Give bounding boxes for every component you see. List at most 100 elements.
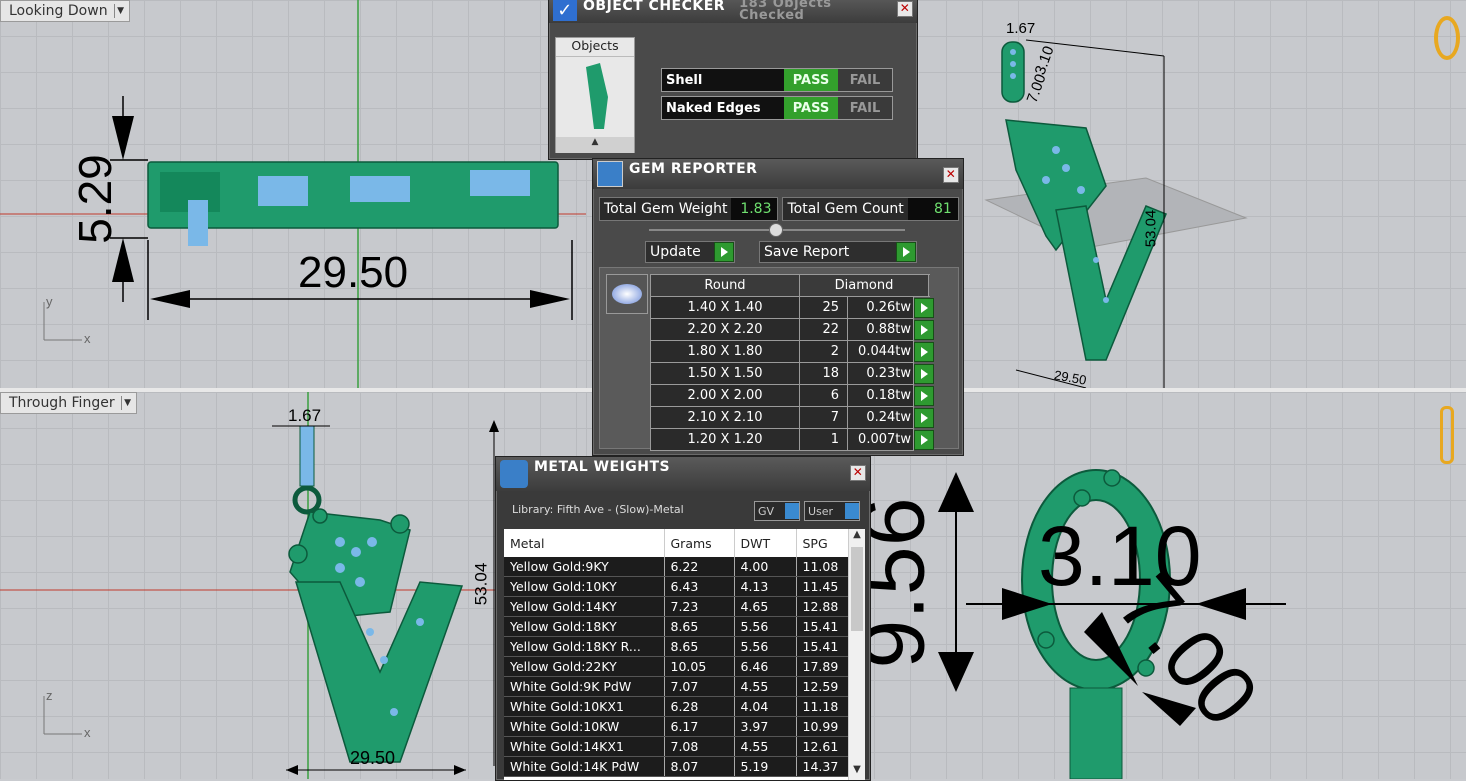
gem-row[interactable]: 1.50 X 1.50 18 0.23tw — [650, 362, 935, 385]
gem-row-action[interactable] — [914, 363, 935, 385]
metal-name: White Gold:10KX1 — [504, 696, 665, 717]
viewport-label[interactable]: Through Finger ▼ — [0, 392, 137, 414]
gem-row-action[interactable] — [914, 319, 935, 341]
user-toggle[interactable]: User — [804, 501, 860, 521]
objects-tab[interactable]: Objects — [556, 38, 634, 57]
viewport-looking-down[interactable]: Looking Down ▼ 5.29 29.50 y x — [0, 0, 586, 388]
gem-qty: 2 — [799, 340, 848, 363]
metal-grams: 7.08 — [664, 736, 735, 757]
close-icon[interactable]: ✕ — [897, 1, 913, 17]
col-metal[interactable]: Metal — [504, 529, 665, 557]
metal-scrollbar[interactable]: ▲ ▼ — [848, 529, 865, 780]
close-icon[interactable]: ✕ — [943, 167, 959, 183]
viewport-label[interactable]: Looking Down ▼ — [0, 0, 130, 22]
total-weight-value: 1.83 — [731, 198, 778, 220]
objects-checked-summary: 183 Objects Checked — [739, 0, 831, 22]
chevron-down-icon[interactable]: ▼ — [113, 4, 127, 18]
metal-dwt: 5.56 — [734, 616, 797, 637]
objects-thumbnail[interactable]: Objects ▲ — [555, 37, 635, 153]
axis-x-label: x — [84, 725, 91, 740]
close-icon[interactable]: ✕ — [850, 465, 866, 481]
col-grams[interactable]: Grams — [664, 529, 735, 557]
axis-x-label: x — [84, 331, 91, 346]
col-dwt[interactable]: DWT — [734, 529, 797, 557]
gem-row[interactable]: 2.10 X 2.10 7 0.24tw — [650, 406, 935, 429]
table-row[interactable]: White Gold:10KX1 6.28 4.04 11.18 — [504, 696, 848, 717]
gem-row-action[interactable] — [914, 297, 935, 319]
play-icon[interactable] — [914, 341, 934, 362]
metal-spg: 11.45 — [796, 576, 848, 597]
table-row[interactable]: White Gold:9K PdW 7.07 4.55 12.59 — [504, 676, 848, 697]
dimension-height: 5.29 — [68, 154, 121, 244]
metal-dwt: 4.55 — [734, 736, 797, 757]
play-icon[interactable] — [914, 407, 934, 428]
pass-badge[interactable]: PASS — [784, 97, 838, 119]
table-row[interactable]: Yellow Gold:18KY R... 8.65 5.56 15.41 — [504, 636, 848, 657]
table-row[interactable]: Yellow Gold:9KY 6.22 4.00 11.08 — [504, 557, 848, 577]
col-spg[interactable]: SPG — [796, 529, 848, 557]
table-row[interactable]: Yellow Gold:22KY 10.05 6.46 17.89 — [504, 656, 848, 677]
gem-qty: 22 — [799, 318, 848, 341]
object-preview-icon — [586, 63, 608, 129]
fail-badge[interactable]: FAIL — [838, 97, 892, 119]
gem-weight: 0.26tw — [847, 296, 914, 319]
gem-row[interactable]: 1.20 X 1.20 1 0.007tw — [650, 428, 935, 451]
table-row[interactable]: Yellow Gold:14KY 7.23 4.65 12.88 — [504, 596, 848, 617]
check-row-shell: Shell PASS FAIL — [661, 68, 893, 92]
round-gem-icon[interactable] — [606, 274, 648, 314]
scroll-thumb[interactable] — [851, 547, 863, 631]
gem-row-action[interactable] — [914, 341, 935, 363]
pass-badge[interactable]: PASS — [784, 69, 838, 91]
gem-row[interactable]: 2.20 X 2.20 22 0.88tw — [650, 318, 935, 341]
gem-row[interactable]: 1.40 X 1.40 25 0.26tw — [650, 296, 935, 319]
chevron-down-icon[interactable]: ▼ — [120, 396, 134, 410]
fail-badge[interactable]: FAIL — [838, 69, 892, 91]
scroll-up-icon[interactable]: ▲ — [849, 529, 865, 545]
table-row[interactable]: White Gold:14K PdW 8.07 5.19 14.37 — [504, 756, 848, 777]
scroll-down-icon[interactable]: ▼ — [849, 764, 865, 780]
gv-label: GV — [758, 504, 775, 518]
table-row[interactable]: White Gold:14KX1 7.08 4.55 12.61 — [504, 736, 848, 757]
gem-row-action[interactable] — [914, 407, 935, 429]
splitter-handle-icon[interactable] — [769, 223, 783, 237]
metal-spg: 12.61 — [796, 736, 848, 757]
update-button[interactable]: Update — [645, 241, 735, 263]
metal-name: Yellow Gold:10KY — [504, 576, 665, 597]
gem-row-action[interactable] — [914, 385, 935, 407]
gv-toggle[interactable]: GV — [754, 501, 800, 521]
dimension-width: 29.50 — [350, 748, 396, 768]
metal-table-wrap: Metal Grams DWT SPG Yellow Gold:9KY 6.22 4… — [504, 529, 848, 780]
save-report-button[interactable]: Save Report — [759, 241, 917, 263]
metal-grams: 8.07 — [664, 756, 735, 777]
gem-table: Round Diamond — [650, 274, 949, 297]
scroll-up-icon[interactable]: ▲ — [556, 137, 634, 153]
finger-view-icon[interactable] — [1440, 406, 1454, 464]
play-icon[interactable] — [914, 385, 934, 406]
metal-spg: 12.59 — [796, 676, 848, 697]
play-icon[interactable] — [914, 363, 934, 384]
table-row[interactable]: Yellow Gold:18KY 8.65 5.56 15.41 — [504, 616, 848, 637]
gem-row[interactable]: 2.00 X 2.00 6 0.18tw — [650, 384, 935, 407]
play-icon[interactable] — [914, 297, 934, 318]
gem-size: 2.00 X 2.00 — [650, 384, 800, 407]
metal-dwt: 4.04 — [734, 696, 797, 717]
metal-weights-titlebar[interactable]: METAL WEIGHTS ✕ — [496, 457, 870, 491]
table-row[interactable]: Yellow Gold:10KY 6.43 4.13 11.45 — [504, 576, 848, 597]
panel-splitter[interactable] — [649, 223, 905, 237]
play-icon[interactable] — [914, 319, 934, 340]
metal-grams: 6.28 — [664, 696, 735, 717]
object-checker-title: OBJECT CHECKER — [583, 0, 726, 14]
ring-view-icon[interactable] — [1434, 16, 1460, 60]
object-checker-titlebar[interactable]: ✓ OBJECT CHECKER 183 Objects Checked ✕ — [549, 0, 917, 23]
gem-row-action[interactable] — [914, 429, 935, 451]
metal-table: Metal Grams DWT SPG Yellow Gold:9KY 6.22 4… — [504, 529, 848, 777]
table-row[interactable]: White Gold:10KW 6.17 3.97 10.99 — [504, 716, 848, 737]
metal-dwt: 5.56 — [734, 636, 797, 657]
user-label: User — [808, 504, 834, 518]
gem-row[interactable]: 1.80 X 1.80 2 0.044tw — [650, 340, 935, 363]
gem-weight: 0.88tw — [847, 318, 914, 341]
play-icon[interactable] — [914, 429, 934, 450]
metal-spg: 14.37 — [796, 756, 848, 777]
gem-weight: 0.23tw — [847, 362, 914, 385]
gem-reporter-titlebar[interactable]: GEM REPORTER ✕ — [593, 159, 963, 189]
